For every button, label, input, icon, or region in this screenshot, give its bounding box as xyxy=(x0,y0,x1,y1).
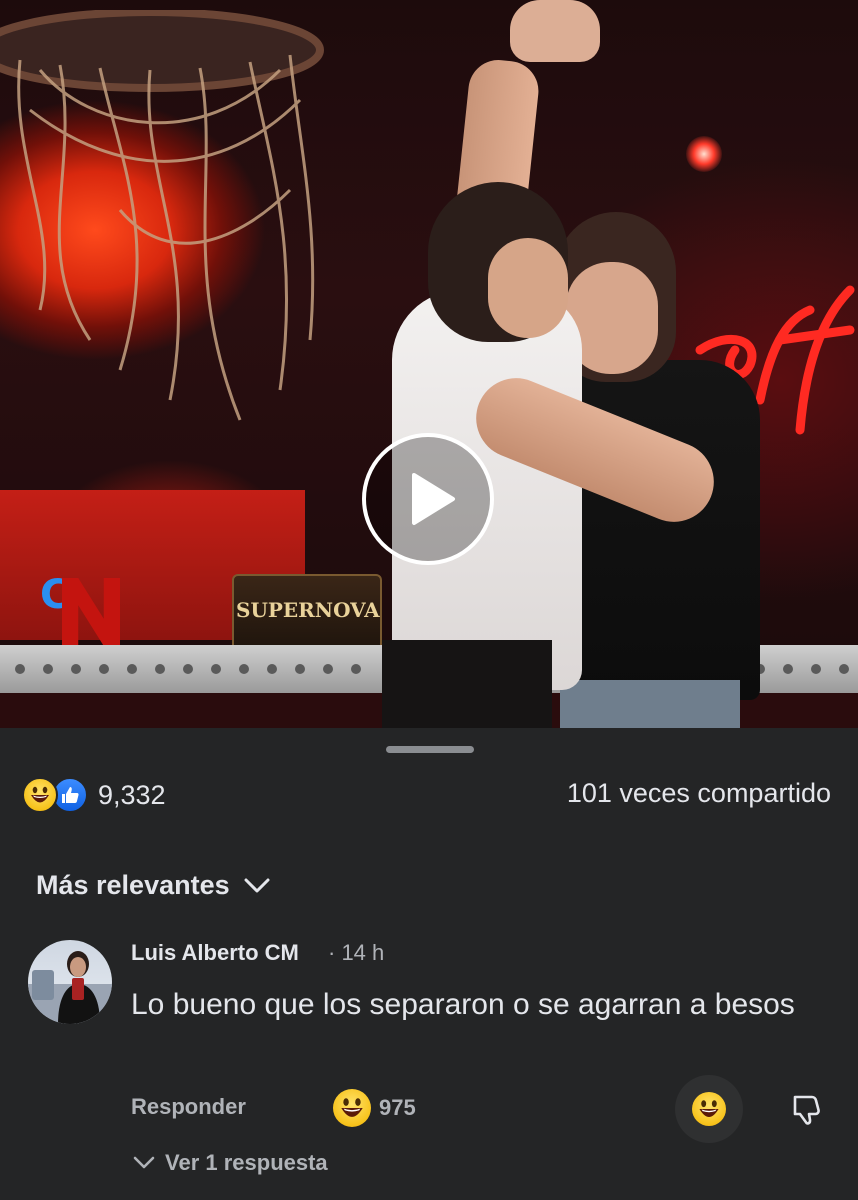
comment-text: Lo bueno que los separaron o se agarran … xyxy=(131,988,795,1021)
play-icon xyxy=(412,473,455,525)
comment-author[interactable]: Luis Alberto CM xyxy=(131,940,299,966)
reaction-count: 9,332 xyxy=(98,779,166,810)
person-left-face xyxy=(488,238,568,338)
plaque-text: SUPERNOVA xyxy=(236,598,380,622)
video-player[interactable]: C SUPERNOVA xyxy=(0,0,858,728)
thumbs-down-icon xyxy=(793,1095,820,1125)
sheet-drag-handle[interactable] xyxy=(386,746,474,753)
comment-reaction-count: 975 xyxy=(379,1095,416,1120)
grinning-face-icon xyxy=(333,1089,371,1127)
chevron-down-icon xyxy=(133,1156,155,1169)
play-button[interactable] xyxy=(362,433,494,565)
dislike-button[interactable] xyxy=(786,1090,826,1130)
comment-reaction-summary[interactable]: 975 xyxy=(333,1089,416,1127)
raised-hand xyxy=(510,0,600,62)
view-replies-link[interactable]: Ver 1 respuesta xyxy=(133,1150,328,1176)
chevron-down-icon xyxy=(244,878,270,892)
view-replies-label: Ver 1 respuesta xyxy=(165,1150,328,1175)
reply-button[interactable]: Responder xyxy=(131,1094,246,1120)
grinning-face-icon xyxy=(22,777,58,813)
sort-label: Más relevantes xyxy=(36,870,230,900)
share-count[interactable]: 101 veces compartido xyxy=(567,778,831,809)
comment-timestamp: · 14 h xyxy=(328,940,385,965)
stage-cable-rig xyxy=(0,10,324,421)
react-button[interactable] xyxy=(675,1075,743,1143)
comment-sort-dropdown[interactable]: Más relevantes xyxy=(36,870,270,901)
reactions-summary[interactable]: 9,332 xyxy=(22,775,166,815)
grinning-face-icon xyxy=(692,1092,726,1126)
person-dark-pants xyxy=(382,640,552,728)
red-stage-light xyxy=(686,136,722,172)
person-jeans xyxy=(560,680,740,728)
avatar[interactable] xyxy=(28,940,112,1024)
